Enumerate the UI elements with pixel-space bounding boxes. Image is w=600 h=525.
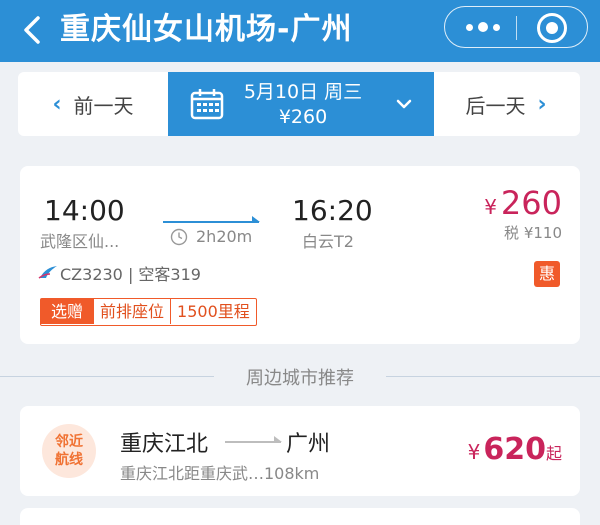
miniprogram-close-icon[interactable] [537,13,567,43]
tag-front-seat: 前排座位 [93,299,170,324]
tax-amount: 税 ¥110 [504,224,562,242]
price-suffix: 起 [545,444,562,463]
route-price: ¥620起 [468,432,562,467]
departure-time: 14:00 [44,194,125,227]
flight-number: CZ3230 | 空客319 [60,265,201,284]
chevron-left-icon: ‹ [52,91,62,117]
nav-header: 重庆仙女山机场-广州 [0,0,600,62]
route-distance-desc: 重庆江北距重庆武…108km [120,464,320,483]
route-to-city: 广州 [286,432,331,457]
tag-miles: 1500里程 [170,299,256,324]
calendar-icon [190,89,224,120]
flight-price: ¥260 [484,184,562,222]
date-picker-button[interactable]: 5月10日 周三 ¥260 [168,72,434,136]
section-title: 周边城市推荐 [246,368,354,389]
price-currency: ¥ [467,440,481,464]
nearby-route-badge: 邻近 航线 [42,424,96,478]
next-day-button[interactable]: 后一天 › [432,72,580,136]
capsule-divider [516,16,517,40]
flight-card[interactable]: 14:00 武隆区仙... 2h20m 16:20 白云T2 ¥260 税 ¥1… [20,166,580,344]
chevron-right-icon: › [537,91,547,117]
section-divider-right [386,376,600,377]
selected-date: 5月10日 周三 [243,81,363,103]
flight-duration: 2h20m [196,227,253,246]
date-selector-bar: ‹ 前一天 5月10日 周三 ¥260 后一天 › [18,72,580,136]
chevron-left-icon[interactable] [14,10,54,50]
route-arrow [163,216,260,223]
next-route-card[interactable] [20,508,580,525]
perk-tags: 选赠 前排座位 1500里程 [40,298,257,326]
china-southern-logo-icon [38,266,57,279]
route-from-city: 重庆江北 [120,432,209,457]
departure-airport: 武隆区仙... [40,232,120,251]
badge-line-2: 航线 [55,452,83,468]
prev-day-button[interactable]: ‹ 前一天 [18,72,168,136]
arrival-airport: 白云T2 [302,232,354,251]
nearby-cities-section: 周边城市推荐 [0,352,600,400]
selected-date-price: ¥260 [278,106,328,128]
route-arrow [225,436,282,443]
page-title: 重庆仙女山机场-广州 [60,12,353,47]
clock-icon [170,228,188,246]
badge-line-1: 邻近 [55,434,83,450]
more-dots-icon[interactable] [463,7,503,47]
chevron-down-icon [396,99,412,109]
tag-gift: 选赠 [41,299,94,324]
next-day-label: 后一天 [465,93,526,118]
discount-badge: 惠 [534,261,560,287]
price-value: 260 [500,184,562,222]
nearby-route-card[interactable]: 邻近 航线 重庆江北 广州 重庆江北距重庆武…108km ¥620起 [20,406,580,496]
miniprogram-capsule [444,6,588,48]
price-currency: ¥ [484,195,497,219]
arrival-time: 16:20 [292,194,373,227]
prev-day-label: 前一天 [73,93,134,118]
price-value: 620 [483,432,546,467]
